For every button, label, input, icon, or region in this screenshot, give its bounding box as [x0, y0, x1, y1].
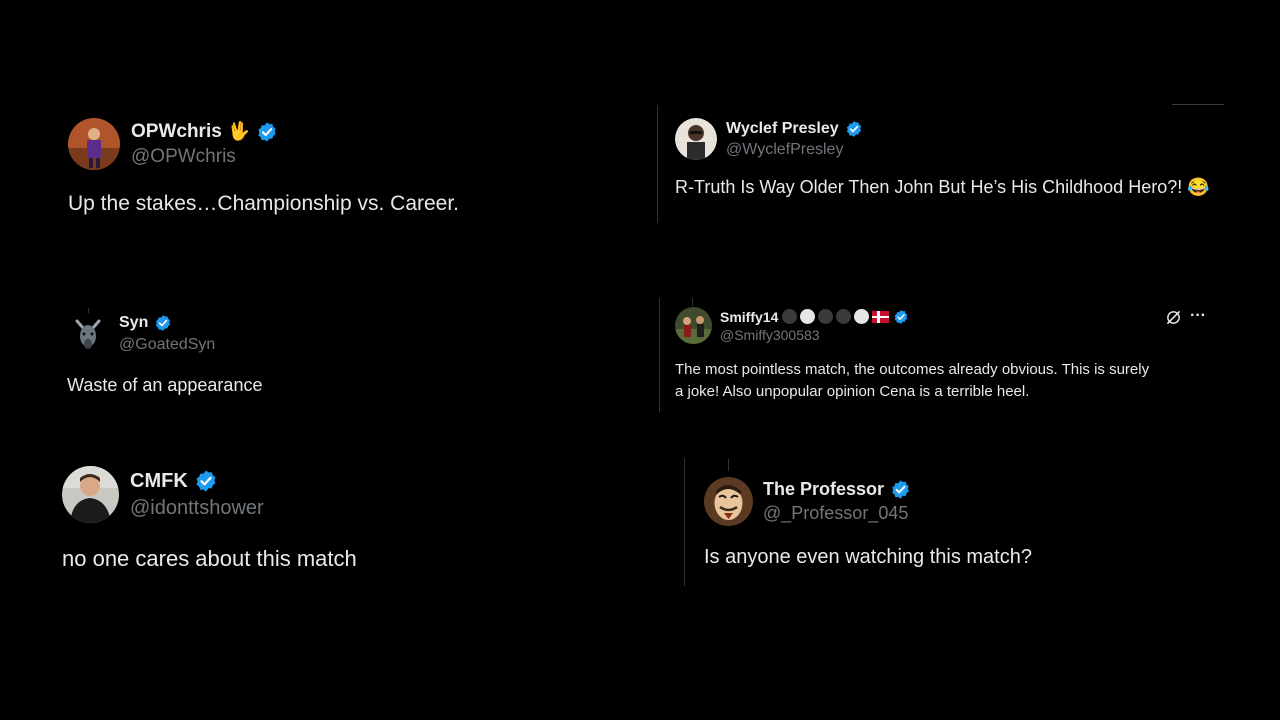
- display-name[interactable]: CMFK: [130, 470, 188, 493]
- tweet-text-line-2: a joke! Also unpopular opinion Cena is a…: [675, 383, 1030, 400]
- vulcan-salute-emoji: 🖖: [227, 121, 251, 141]
- user-handle[interactable]: @_Professor_045: [763, 503, 911, 524]
- avatar[interactable]: [704, 477, 753, 526]
- black-circle-emoji: [818, 309, 834, 324]
- tweet-text: R-Truth Is Way Older Then John But He’s …: [675, 177, 1210, 197]
- tweet-text: no one cares about this match: [62, 546, 357, 571]
- tweet-cmfk[interactable]: CMFK @idonttshower no one cares about th…: [62, 466, 357, 572]
- tweet-text: Up the stakes…Championship vs. Career.: [68, 192, 460, 215]
- tweet-text: Is anyone even watching this match?: [704, 546, 1032, 568]
- user-handle[interactable]: @Smiffy300583: [720, 327, 909, 343]
- avatar[interactable]: [67, 313, 109, 355]
- denmark-flag-icon: [872, 310, 890, 323]
- white-circle-emoji: [800, 309, 816, 324]
- verified-badge-icon: [890, 479, 911, 500]
- user-handle[interactable]: @idonttshower: [130, 497, 264, 520]
- divider-line: [657, 105, 658, 223]
- display-name[interactable]: The Professor: [763, 479, 884, 500]
- black-circle-emoji: [782, 309, 798, 324]
- tweet-wyclef[interactable]: Wyclef Presley @WyclefPresley R-Truth Is…: [675, 118, 1210, 198]
- more-icon[interactable]: ···: [1190, 307, 1206, 325]
- divider-line: [659, 298, 660, 412]
- avatar[interactable]: [68, 118, 120, 170]
- avatar[interactable]: [675, 307, 712, 344]
- grok-icon[interactable]: [1165, 309, 1182, 331]
- thread-line: [728, 459, 729, 471]
- avatar[interactable]: [62, 466, 119, 523]
- tweet-professor[interactable]: The Professor @_Professor_045 Is anyone …: [704, 477, 1032, 569]
- tweet-text-line-1: The most pointless match, the outcomes a…: [675, 361, 1150, 378]
- tweet-text: Waste of an appearance: [67, 375, 263, 395]
- tweet-smiffy[interactable]: Smiffy14 @Smiffy300583 The most pointles…: [675, 307, 1149, 400]
- divider-line: [684, 458, 685, 586]
- verified-badge-icon: [154, 314, 172, 332]
- tweet-syn[interactable]: Syn @GoatedSyn Waste of an appearance: [67, 313, 262, 396]
- black-circle-emoji: [836, 309, 852, 324]
- verified-badge-icon: [256, 121, 278, 143]
- verified-badge-icon: [194, 469, 218, 493]
- verified-badge-icon: [893, 309, 909, 325]
- user-handle[interactable]: @OPWchris: [131, 146, 278, 168]
- display-name[interactable]: Smiffy14: [720, 309, 778, 325]
- display-name[interactable]: Wyclef Presley: [726, 120, 839, 138]
- name-emoji-decorations: [782, 309, 890, 324]
- display-name[interactable]: OPWchris: [131, 121, 222, 143]
- user-handle[interactable]: @GoatedSyn: [119, 336, 215, 354]
- white-circle-emoji: [854, 309, 870, 324]
- verified-badge-icon: [845, 120, 863, 138]
- top-rule: [1172, 104, 1224, 105]
- avatar[interactable]: [675, 118, 717, 160]
- display-name[interactable]: Syn: [119, 314, 148, 332]
- user-handle[interactable]: @WyclefPresley: [726, 141, 863, 159]
- thread-line: [692, 298, 693, 306]
- tweet-opwchris[interactable]: OPWchris 🖖 @OPWchris Up the stakes…Champ…: [68, 118, 459, 216]
